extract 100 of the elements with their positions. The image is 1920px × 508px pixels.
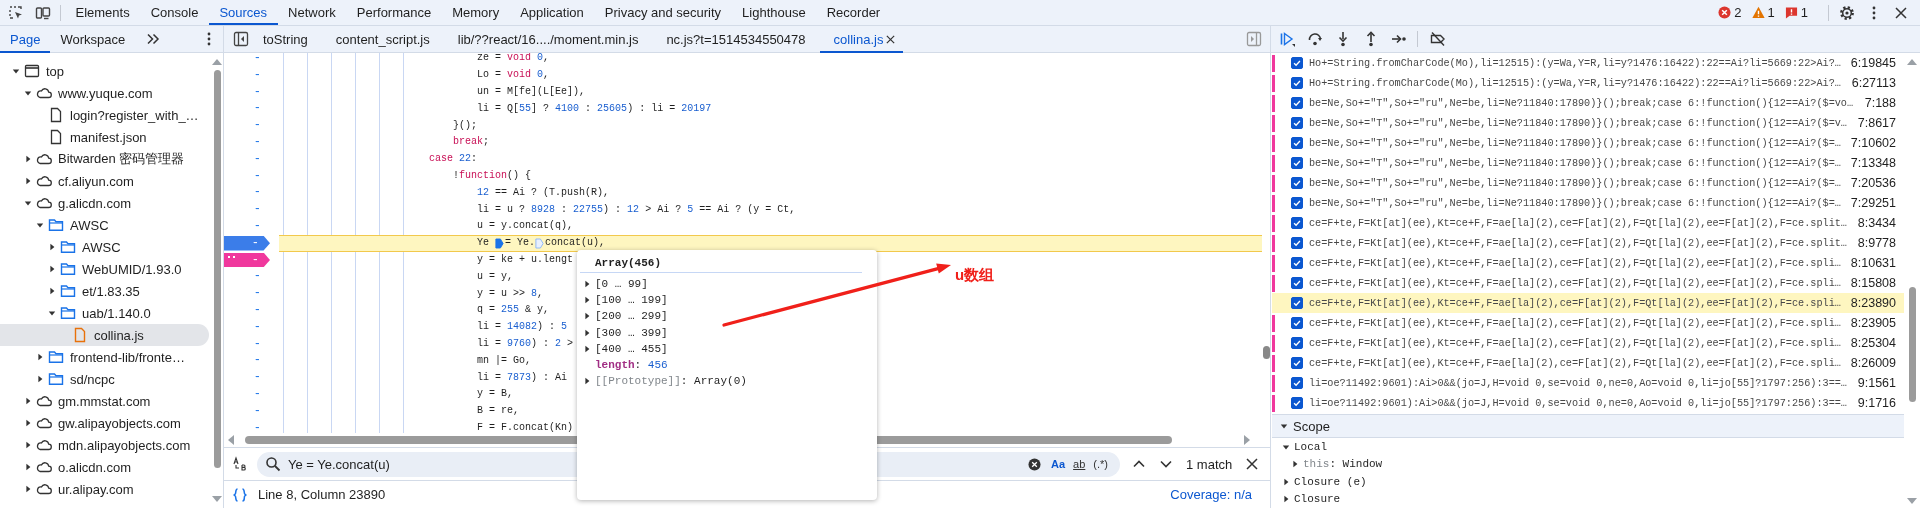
expand-arrow-icon[interactable]: [36, 221, 44, 229]
search-option[interactable]: (.*): [1089, 458, 1112, 470]
expand-arrow-icon[interactable]: [24, 463, 32, 471]
expand-arrow-icon[interactable]: [583, 280, 591, 289]
sidebar-toggle-icon[interactable]: [233, 31, 249, 47]
tree-item[interactable]: uab/1.140.0: [0, 302, 209, 324]
inline-breakpoint-icon[interactable]: [495, 237, 505, 249]
expand-arrow-icon[interactable]: [1280, 422, 1288, 430]
tree-item[interactable]: ur.alipay.com: [0, 478, 209, 500]
panel-tab[interactable]: Elements: [65, 0, 141, 25]
breakpoint-item[interactable]: ce=F+te,F=Kt[at](ee),Kt=ce+F,F=ae[la](2),ce=F[at](2),F=Qt[la](2),ee=F[at](2),F=ce.split… 8:3434: [1272, 213, 1904, 233]
property-row[interactable]: [400 … 455]: [595, 342, 668, 355]
expand-arrow-icon[interactable]: [48, 243, 56, 251]
search-option[interactable]: Aa: [1047, 458, 1070, 470]
panel-tab[interactable]: Network: [277, 0, 347, 25]
property-row[interactable]: [200 … 299]: [595, 310, 668, 323]
breakpoint-item[interactable]: ce=F+te,F=Kt[at](ee),Kt=ce+F,F=ae[la](2),ce=F[at](2),F=Qt[la](2),ee=F[at](2),F=ce.spli… 8:23905: [1272, 313, 1904, 333]
property-row[interactable]: [0 … 99]: [595, 278, 648, 291]
tree-item[interactable]: WebUMID/1.93.0: [0, 258, 209, 280]
error-icon[interactable]: [1718, 6, 1732, 19]
navigator-tab[interactable]: Workspace: [50, 25, 136, 53]
panel-tab[interactable]: Memory: [441, 0, 510, 25]
breakpoint-item[interactable]: be=Ne,So+="T",So+="ru",Ne=be,li=Ne?11840:17890)}();break;case 6:!function(){12==Ai?($=v… 7:8617: [1272, 113, 1904, 133]
property-row[interactable]: [[Prototype]]: Array(0): [595, 375, 747, 388]
panel-tab[interactable]: Recorder: [816, 0, 891, 25]
checkbox[interactable]: [1291, 397, 1303, 409]
panel-tab[interactable]: Privacy and security: [594, 0, 732, 25]
checkbox[interactable]: [1291, 157, 1303, 169]
breakpoint-item[interactable]: li=oe?11492:9601):Ai>0&&(jo=J,H=void 0,se=void 0,ne=0,Ao=void 0,li=jo[55]?1797:256):3==… 9:1561: [1272, 373, 1904, 393]
more-tabs-icon[interactable]: [145, 31, 162, 47]
issue-icon[interactable]: [1784, 6, 1798, 19]
file-tab[interactable]: toString: [249, 25, 322, 53]
file-tab[interactable]: nc.js?t=1514534550478: [652, 25, 820, 53]
expand-arrow-icon[interactable]: [1282, 442, 1290, 451]
close-icon[interactable]: [1893, 4, 1909, 21]
tree-item[interactable]: g.alicdn.com: [0, 192, 209, 214]
property-row[interactable]: length: 456: [595, 359, 668, 372]
scope-header[interactable]: Scope: [1272, 414, 1904, 438]
tree-item[interactable]: o.alicdn.com: [0, 456, 209, 478]
coverage-link[interactable]: Coverage: n/a: [1170, 487, 1252, 502]
expand-arrow-icon[interactable]: [24, 89, 32, 97]
breakpoint-item[interactable]: ce=F+te,F=Kt[at](ee),Kt=ce+F,F=ae[la](2),ce=F[at](2),F=Qt[la](2),ee=F[at](2),F=ce.split… 8:9778: [1272, 233, 1904, 253]
panel-tab[interactable]: Lighthouse: [731, 0, 817, 25]
tree-item[interactable]: top: [0, 60, 209, 82]
expand-arrow-icon[interactable]: [24, 397, 32, 405]
expand-arrow-icon[interactable]: [583, 328, 591, 337]
tree-item[interactable]: Bitwarden 密码管理器: [0, 148, 209, 170]
property-row[interactable]: [100 … 199]: [595, 294, 668, 307]
scope-item[interactable]: Closure (e): [1294, 475, 1367, 488]
scope-item[interactable]: Closure: [1294, 493, 1341, 506]
breakpoint-item[interactable]: be=Ne,So+="T",So+="ru",Ne=be,li=Ne?11840:17890)}();break;case 6:!function(){12==Ai?($=… 7:29251: [1272, 193, 1904, 213]
breakpoint-item[interactable]: ce=F+te,F=Kt[at](ee),Kt=ce+F,F=ae[la](2),ce=F[at](2),F=Qt[la](2),ee=F[at](2),F=ce.spli… 8:23890: [1272, 293, 1904, 313]
breakpoint-item[interactable]: be=Ne,So+="T",So+="ru",Ne=be,li=Ne?11840:17890)}();break;case 6:!function(){12==Ai?($=… 7:20536: [1272, 173, 1904, 193]
settings-icon[interactable]: [1839, 4, 1855, 21]
scope-item[interactable]: this: Window: [1303, 458, 1383, 471]
file-tab[interactable]: content_script.js: [321, 25, 444, 53]
tree-item[interactable]: gm.mmstat.com: [0, 390, 209, 412]
file-tab[interactable]: collina.js: [819, 25, 904, 53]
breakpoint-item[interactable]: be=Ne,So+="T",So+="ru",Ne=be,li=Ne?11840:17890)}();break;case 6:!function(){12==Ai?($=… 7:10602: [1272, 133, 1904, 153]
checkbox[interactable]: [1291, 257, 1303, 269]
checkbox[interactable]: [1291, 57, 1303, 69]
deactivate-breakpoints-icon[interactable]: [1430, 31, 1446, 47]
expand-arrow-icon[interactable]: [583, 377, 591, 386]
breakpoint-item[interactable]: Ho+=String.fromCharCode(Mo),li=12515):(y=Wa,Y=R,li=y?1476:16422):22==Ai?li=5669:22>Ai?… 6:19845: [1272, 53, 1904, 73]
resume-icon[interactable]: [1279, 31, 1295, 47]
pretty-print-icon[interactable]: [232, 486, 248, 503]
navigator-tab[interactable]: Page: [0, 25, 51, 53]
tree-item[interactable]: mdn.alipayobjects.com: [0, 434, 209, 456]
checkbox[interactable]: [1291, 357, 1303, 369]
checkbox[interactable]: [1291, 237, 1303, 249]
scope-item[interactable]: Local: [1294, 440, 1327, 453]
expand-arrow-icon[interactable]: [24, 155, 32, 163]
replace-toggle-icon[interactable]: [232, 456, 248, 472]
expand-arrow-icon[interactable]: [24, 177, 32, 185]
clear-icon[interactable]: [1028, 457, 1041, 471]
checkbox[interactable]: [1291, 377, 1303, 389]
tree-item[interactable]: et/1.83.35: [0, 280, 209, 302]
expand-arrow-icon[interactable]: [36, 353, 44, 361]
tree-item[interactable]: AWSC: [0, 236, 209, 258]
tree-item[interactable]: sd/ncpc: [0, 368, 209, 390]
expand-arrow-icon[interactable]: [583, 296, 591, 305]
expand-arrow-icon[interactable]: [48, 287, 56, 295]
breakpoint-item[interactable]: li=oe?11492:9601):Ai>0&&(jo=J,H=void 0,se=void 0,ne=0,Ao=void 0,li=jo[55]?1797:256):3==… 9:1716: [1272, 393, 1904, 413]
checkbox[interactable]: [1291, 137, 1303, 149]
breakpoint-item[interactable]: be=Ne,So+="T",So+="ru",Ne=be,li=Ne?11840:17890)}();break;case 6:!function(){12==Ai?($=vo… 7:188: [1272, 93, 1904, 113]
panel-tab[interactable]: Application: [509, 0, 595, 25]
breakpoint-item[interactable]: ce=F+te,F=Kt[at](ee),Kt=ce+F,F=ae[la](2),ce=F[at](2),F=Qt[la](2),ee=F[at](2),F=ce.spli… 8:15808: [1272, 273, 1904, 293]
tree-item[interactable]: manifest.json: [0, 126, 209, 148]
panel-tab[interactable]: Performance: [346, 0, 442, 25]
tree-item[interactable]: gw.alipayobjects.com: [0, 412, 209, 434]
property-row[interactable]: [300 … 399]: [595, 326, 668, 339]
expand-arrow-icon[interactable]: [583, 344, 591, 353]
tree-item[interactable]: login?register_with_…: [0, 104, 209, 126]
breakpoint-item[interactable]: ce=F+te,F=Kt[at](ee),Kt=ce+F,F=ae[la](2),ce=F[at](2),F=Qt[la](2),ee=F[at](2),F=ce.spli… 8:25304: [1272, 333, 1904, 353]
checkbox[interactable]: [1291, 217, 1303, 229]
panel-tab[interactable]: Console: [140, 0, 209, 25]
checkbox[interactable]: [1291, 97, 1303, 109]
expand-arrow-icon[interactable]: [24, 419, 32, 427]
tree-item[interactable]: frontend-lib/fronte…: [0, 346, 209, 368]
checkbox[interactable]: [1291, 337, 1303, 349]
